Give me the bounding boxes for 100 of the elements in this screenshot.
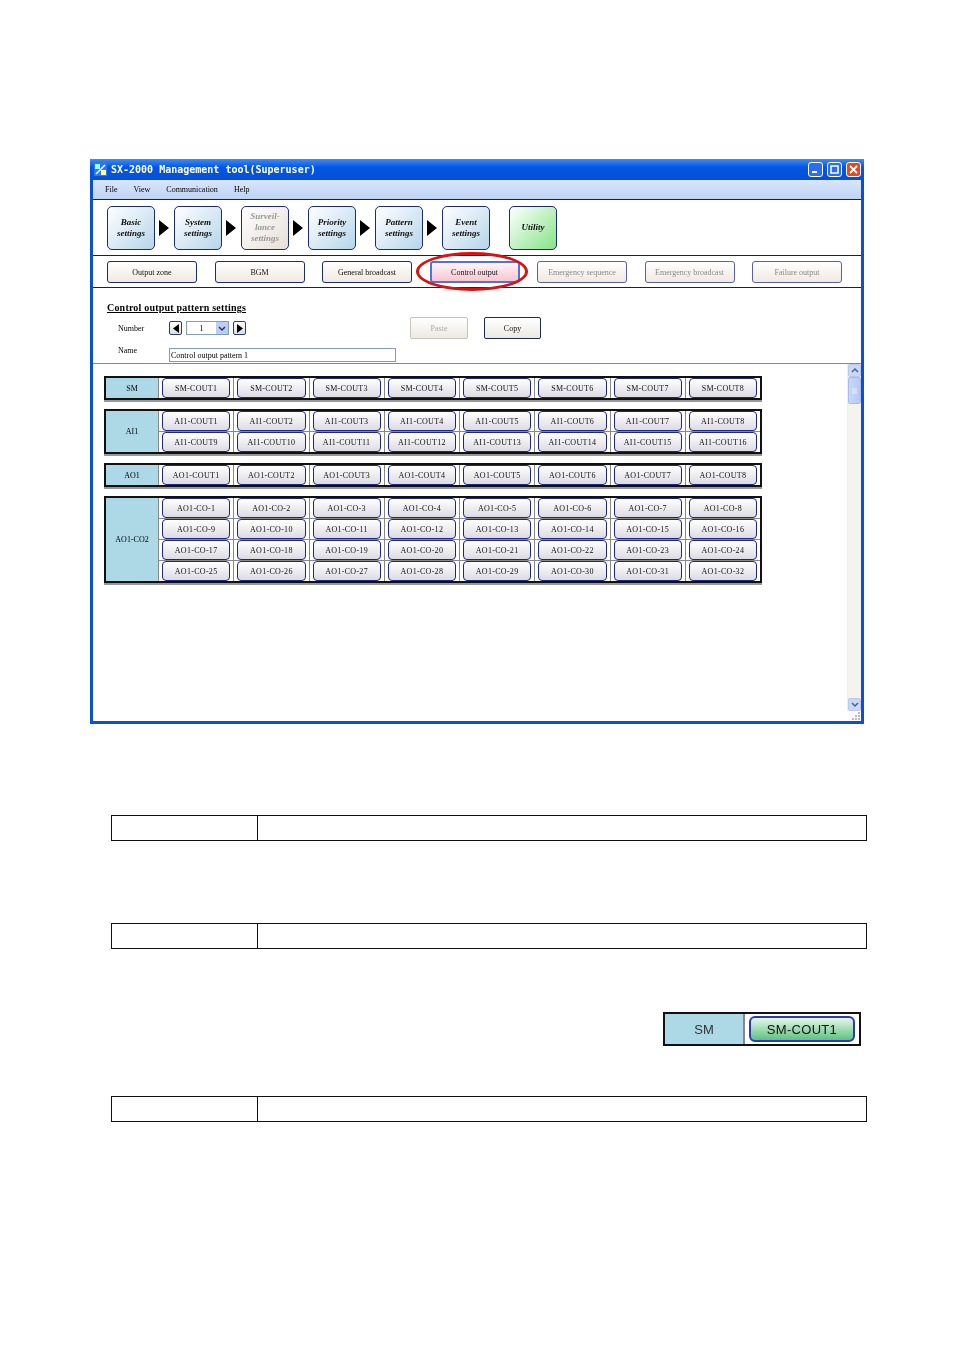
next-button[interactable]	[233, 321, 246, 335]
minimize-button[interactable]	[808, 162, 823, 177]
tab[interactable]: Control output	[429, 261, 520, 283]
action-button[interactable]: Copy	[484, 317, 541, 339]
grip-lines-icon	[850, 387, 859, 394]
output-button[interactable]: AI1-COUT6	[538, 411, 607, 431]
output-button[interactable]: AO1-CO-1	[162, 498, 231, 518]
group-label: AO1	[106, 465, 158, 485]
output-button[interactable]: AO1-COUT3	[312, 465, 381, 485]
output-button[interactable]: SM-COUT7	[613, 378, 682, 398]
workflow-button[interactable]: System settings	[174, 205, 222, 250]
output-button[interactable]: AO1-COUT5	[463, 465, 532, 485]
tab[interactable]: General broadcast	[322, 261, 412, 283]
output-button[interactable]: AO1-CO-16	[688, 519, 757, 539]
output-button[interactable]: AI1-COUT9	[162, 432, 231, 452]
chevron-up-icon	[850, 367, 859, 374]
output-button[interactable]: AI1-COUT12	[387, 432, 456, 452]
output-button[interactable]: AO1-CO-13	[463, 519, 532, 539]
output-button[interactable]: AI1-COUT8	[688, 411, 757, 431]
output-button[interactable]: SM-COUT5	[463, 378, 532, 398]
menu-item[interactable]: Communication	[166, 185, 218, 194]
workflow-button[interactable]: Pattern settings	[375, 205, 423, 250]
output-button[interactable]: AI1-COUT11	[312, 432, 381, 452]
previous-button[interactable]	[169, 321, 182, 335]
output-button[interactable]: AO1-CO-7	[613, 498, 682, 518]
output-button[interactable]: AO1-CO-29	[463, 561, 532, 581]
output-button[interactable]: AO1-CO-9	[162, 519, 231, 539]
output-button[interactable]: AO1-CO-24	[688, 540, 757, 560]
output-button[interactable]: AO1-CO-18	[237, 540, 306, 560]
output-button[interactable]: AO1-CO-2	[237, 498, 306, 518]
scrollbar[interactable]	[847, 364, 861, 711]
name-field[interactable]: Control output pattern 1	[169, 348, 396, 362]
output-button[interactable]: SM-COUT4	[387, 378, 456, 398]
output-button[interactable]: AI1-COUT16	[688, 432, 757, 452]
menu-item[interactable]: Help	[233, 185, 250, 194]
output-button[interactable]: AI1-COUT10	[237, 432, 306, 452]
output-button[interactable]: SM-COUT8	[688, 378, 757, 398]
output-button[interactable]: AO1-CO-32	[688, 561, 757, 581]
output-button[interactable]: AI1-COUT5	[463, 411, 532, 431]
output-button[interactable]: AO1-CO-4	[387, 498, 456, 518]
output-button[interactable]: AO1-CO-15	[613, 519, 682, 539]
output-button[interactable]: AO1-CO-25	[162, 561, 231, 581]
output-button[interactable]: AI1-COUT13	[463, 432, 532, 452]
workflow-button[interactable]: Basic settings	[107, 205, 155, 250]
output-button[interactable]: SM-COUT2	[237, 378, 306, 398]
output-button[interactable]: AO1-CO-8	[688, 498, 757, 518]
group-label: SM	[665, 1014, 743, 1044]
arrow-icon	[159, 219, 169, 236]
arrow-icon	[427, 219, 437, 236]
output-button[interactable]: SM-COUT1	[749, 1016, 855, 1042]
output-button[interactable]: AO1-CO-28	[387, 561, 456, 581]
output-button[interactable]: AO1-COUT4	[387, 465, 456, 485]
output-button[interactable]: AO1-CO-5	[463, 498, 532, 518]
output-button[interactable]: AO1-CO-20	[387, 540, 456, 560]
output-button[interactable]: SM-COUT1	[162, 378, 231, 398]
output-button[interactable]: AO1-CO-3	[312, 498, 381, 518]
output-button[interactable]: AI1-COUT14	[538, 432, 607, 452]
tab[interactable]: Output zone	[107, 261, 197, 283]
output-button[interactable]: AO1-CO-23	[613, 540, 682, 560]
output-button[interactable]: AO1-COUT7	[613, 465, 682, 485]
output-button[interactable]: AO1-CO-11	[312, 519, 381, 539]
output-button[interactable]: AI1-COUT3	[312, 411, 381, 431]
output-button[interactable]: AO1-CO-21	[463, 540, 532, 560]
output-button[interactable]: AO1-COUT6	[538, 465, 607, 485]
output-button[interactable]: AO1-COUT8	[688, 465, 757, 485]
output-button[interactable]: AI1-COUT15	[613, 432, 682, 452]
output-button[interactable]: AO1-CO-12	[387, 519, 456, 539]
output-button[interactable]: AO1-CO-17	[162, 540, 231, 560]
workflow-button[interactable]: Event settings	[442, 205, 490, 250]
output-button[interactable]: AO1-CO-22	[538, 540, 607, 560]
tab[interactable]: BGM	[214, 261, 305, 283]
output-button[interactable]: AO1-COUT1	[162, 465, 231, 485]
output-button[interactable]: AO1-CO-26	[237, 561, 306, 581]
output-button[interactable]: AO1-COUT2	[237, 465, 306, 485]
output-button[interactable]: AO1-CO-30	[538, 561, 607, 581]
menu-item[interactable]: File	[105, 185, 118, 194]
output-button[interactable]: SM-COUT6	[538, 378, 607, 398]
maximize-button[interactable]	[827, 162, 842, 177]
scroll-up-button[interactable]	[848, 364, 861, 377]
output-button[interactable]: AO1-CO-27	[312, 561, 381, 581]
number-dropdown[interactable]: 1	[186, 321, 229, 335]
output-button[interactable]: AI1-COUT7	[613, 411, 682, 431]
right-triangle-icon	[236, 323, 243, 333]
output-button[interactable]: AI1-COUT1	[162, 411, 231, 431]
output-button[interactable]: AI1-COUT2	[237, 411, 306, 431]
workflow-button[interactable]: Priority settings	[308, 205, 356, 250]
menu-item[interactable]: View	[133, 185, 151, 194]
workflow-button[interactable]: Utility	[509, 205, 557, 250]
output-button[interactable]: AO1-CO-19	[312, 540, 381, 560]
output-button[interactable]: AO1-CO-14	[538, 519, 607, 539]
scroll-thumb[interactable]	[848, 377, 861, 404]
output-button[interactable]: AO1-CO-31	[613, 561, 682, 581]
output-button[interactable]: AI1-COUT4	[387, 411, 456, 431]
scroll-down-button[interactable]	[848, 698, 861, 711]
resize-grip-icon[interactable]	[851, 711, 861, 721]
output-button[interactable]: AO1-CO-10	[237, 519, 306, 539]
output-button[interactable]: SM-COUT3	[312, 378, 381, 398]
arrow-icon	[360, 219, 370, 236]
close-button[interactable]	[846, 162, 861, 177]
output-button[interactable]: AO1-CO-6	[538, 498, 607, 518]
